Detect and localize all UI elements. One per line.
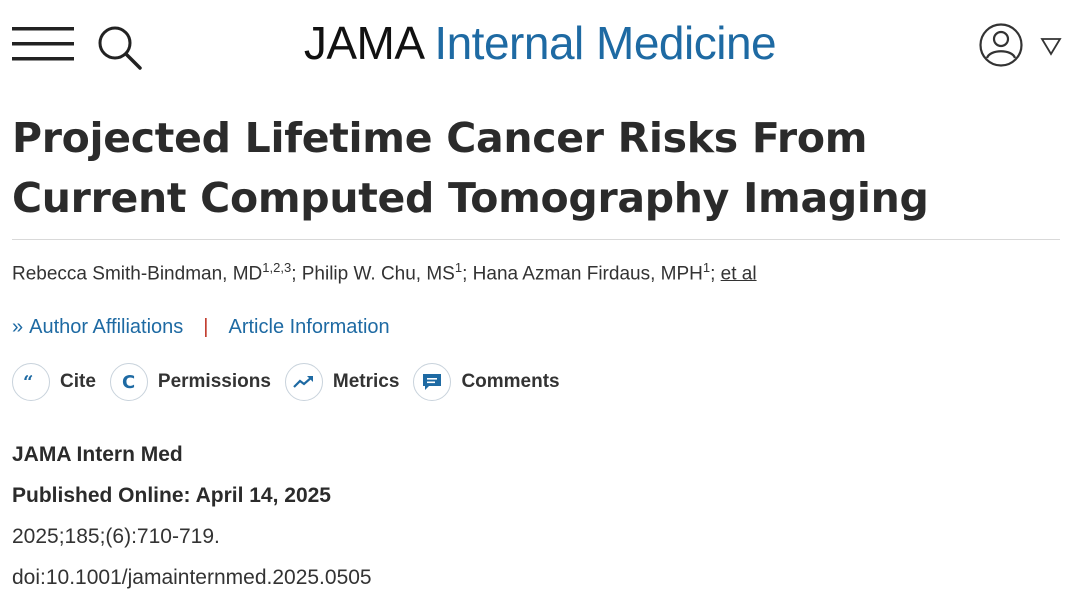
author-affiliations-link[interactable]: Author Affiliations [29, 316, 183, 339]
author-affiliation-sup: 1 [702, 260, 711, 275]
comments-button[interactable]: Comments [413, 363, 560, 401]
article-information-link[interactable]: Article Information [229, 316, 390, 339]
link-separator: | [203, 316, 209, 338]
author-list: Rebecca Smith-Bindman, MD1,2,3; Philip W… [12, 260, 757, 285]
citation-meta: JAMA Intern Med Published Online: April … [12, 434, 372, 598]
divider [12, 239, 1060, 240]
cite-label: Cite [60, 371, 96, 392]
permissions-label: Permissions [157, 371, 271, 392]
comments-label: Comments [461, 371, 560, 392]
author-affiliation-sup: 1,2,3 [262, 260, 292, 275]
metrics-button[interactable]: Metrics [284, 363, 400, 401]
author-name[interactable]: Rebecca Smith-Bindman, MD [12, 263, 262, 284]
author-affiliation-sup: 1 [454, 260, 463, 275]
svg-text:C: C [122, 372, 135, 392]
svg-text:“: “ [23, 375, 33, 389]
double-chevron-right-icon: » [12, 316, 24, 338]
brand-secondary: Internal Medicine [434, 17, 777, 69]
metrics-label: Metrics [332, 371, 400, 392]
doi[interactable]: doi:10.1001/jamainternmed.2025.0505 [12, 557, 372, 598]
chevron-down-icon[interactable] [1040, 36, 1062, 56]
site-header: JAMA Internal Medicine [0, 0, 1080, 104]
author-name[interactable]: Hana Azman Firdaus, MPH [473, 263, 703, 284]
quote-icon: “ [12, 363, 50, 401]
comment-icon [413, 363, 452, 401]
published-label: Published Online: [12, 484, 191, 507]
author-name[interactable]: Philip W. Chu, MS [302, 263, 455, 284]
article-title: Projected Lifetime Cancer Risks From Cur… [12, 114, 929, 222]
permissions-button[interactable]: C Permissions [109, 363, 271, 401]
article-header: Projected Lifetime Cancer Risks From Cur… [0, 104, 1080, 602]
published-online: Published Online: April 14, 2025 [12, 475, 372, 516]
citation-volume: 2025;185;(6):710-719. [12, 525, 220, 548]
journal-abbreviation: JAMA Intern Med [12, 443, 183, 466]
cite-button[interactable]: “ Cite [12, 363, 96, 401]
brand-primary: JAMA [303, 17, 423, 69]
article-actions: “ Cite C Permissions Metrics Comments [12, 360, 574, 404]
copyright-icon: C [109, 363, 148, 401]
published-date: April 14, 2025 [195, 484, 331, 507]
article-info-links: » Author Affiliations | Article Informat… [12, 316, 390, 339]
et-al-link[interactable]: et al [721, 263, 757, 284]
trend-chart-icon [284, 363, 323, 401]
journal-logo[interactable]: JAMA Internal Medicine [0, 16, 1080, 70]
user-account-icon[interactable] [978, 22, 1024, 68]
